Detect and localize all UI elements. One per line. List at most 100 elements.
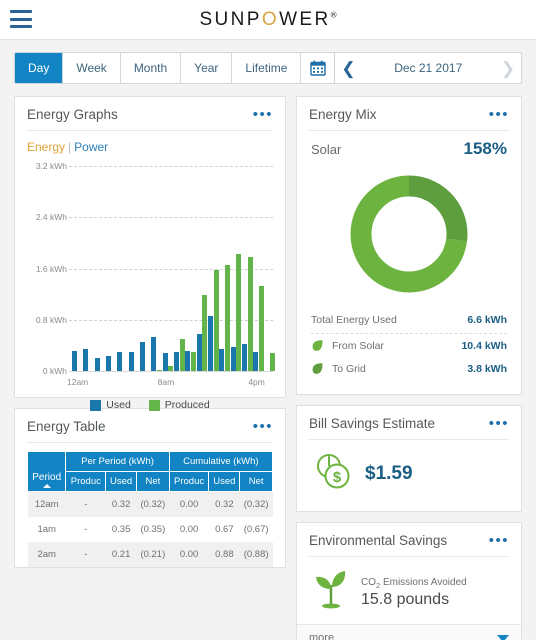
bar-used-3[interactable] bbox=[106, 355, 111, 371]
chevron-right-icon[interactable]: ❯ bbox=[495, 60, 521, 77]
energy-graphs-menu-icon[interactable]: ••• bbox=[253, 107, 273, 122]
energy-table-card: Energy Table ••• Period Per Period (kWh)… bbox=[14, 408, 286, 568]
cell-value-1: 0.32 bbox=[105, 491, 137, 517]
bar-used-12[interactable] bbox=[208, 315, 213, 371]
bar-used-1[interactable] bbox=[83, 348, 89, 371]
toggle-energy-link[interactable]: Energy bbox=[27, 140, 65, 154]
y-axis-label-1: 0.8 kWh bbox=[35, 314, 67, 325]
header-per-net[interactable]: Net bbox=[136, 471, 170, 492]
tab-year[interactable]: Year bbox=[181, 53, 233, 83]
environmental-savings-body: CO2 Emissions Avoided 15.8 pounds bbox=[297, 557, 521, 624]
dashboard-columns: Energy Graphs ••• Energy | Power 0 kWh 0.8 … bbox=[0, 84, 536, 640]
tab-month[interactable]: Month bbox=[120, 53, 182, 83]
bar-produced-7[interactable] bbox=[156, 369, 162, 371]
bill-savings-menu-icon[interactable]: ••• bbox=[489, 416, 509, 431]
energy-bar-chart: 0 kWh 0.8 kWh 1.6 kWh 2.4 kWh 3.2 kWh 12am 8a… bbox=[23, 161, 277, 411]
legend-swatch-produced bbox=[148, 399, 160, 411]
bar-produced-16[interactable] bbox=[258, 286, 264, 371]
bar-produced-17[interactable] bbox=[270, 353, 276, 371]
header-period[interactable]: Period bbox=[27, 451, 67, 492]
bar-produced-10[interactable] bbox=[190, 351, 196, 371]
coins-dollar-icon: $ bbox=[313, 452, 353, 495]
bar-used-4[interactable] bbox=[117, 352, 123, 371]
bar-used-16[interactable] bbox=[253, 351, 259, 371]
chevron-left-icon[interactable]: ❮ bbox=[335, 60, 361, 77]
bar-produced-14[interactable] bbox=[236, 254, 242, 371]
toggle-power-link[interactable]: Power bbox=[74, 140, 108, 154]
calendar-icon[interactable] bbox=[301, 53, 336, 83]
bill-savings-body: $ $1.59 bbox=[297, 440, 521, 511]
legend-label-used: Used bbox=[106, 399, 131, 411]
bar-used-0[interactable] bbox=[72, 350, 77, 371]
co2-emissions-value: 15.8 pounds bbox=[361, 591, 450, 608]
bar-produced-15[interactable] bbox=[247, 256, 253, 371]
cell-value-0: - bbox=[65, 542, 106, 567]
energy-mix-donut-container bbox=[297, 159, 521, 305]
header-cum-used[interactable]: Used bbox=[208, 471, 241, 492]
co2-label-post: Emissions Avoided bbox=[380, 577, 467, 588]
more-dropdown[interactable]: more bbox=[297, 624, 521, 640]
environmental-savings-title: Environmental Savings bbox=[309, 533, 448, 548]
bar-produced-12[interactable] bbox=[213, 269, 219, 371]
legend-swatch-used bbox=[90, 399, 102, 411]
header-per-produced[interactable]: Produc bbox=[65, 471, 107, 492]
legend-item-used: Used bbox=[90, 399, 131, 411]
bar-produced-13[interactable] bbox=[224, 264, 230, 371]
bar-used-7[interactable] bbox=[151, 337, 157, 371]
bar-used-8[interactable] bbox=[162, 353, 168, 371]
energy-mix-menu-icon[interactable]: ••• bbox=[489, 107, 509, 122]
x-axis-label-1: 8am bbox=[157, 377, 175, 387]
tab-lifetime[interactable]: Lifetime bbox=[232, 53, 302, 83]
table-row[interactable]: 1am - 0.35 (0.35) 0.00 0.67 (0.67) bbox=[28, 517, 273, 542]
cell-value-5: (0.32) bbox=[239, 491, 273, 517]
bar-produced-11[interactable] bbox=[202, 295, 208, 371]
cell-value-2: (0.21) bbox=[136, 542, 170, 567]
energy-table-wrapper: Period Per Period (kWh) Cumulative (kWh)… bbox=[27, 451, 273, 567]
cell-value-3: 0.00 bbox=[179, 524, 199, 535]
stat-label-to-grid: To Grid bbox=[332, 362, 366, 375]
header-cum-produced[interactable]: Produc bbox=[168, 471, 210, 492]
right-column: Energy Mix ••• Solar 158% Total Energy U… bbox=[296, 96, 522, 640]
bill-savings-title: Bill Savings Estimate bbox=[309, 416, 436, 431]
stat-label-total-energy-used: Total Energy Used bbox=[311, 314, 397, 326]
header-period-label: Period bbox=[32, 472, 62, 483]
bar-used-6[interactable] bbox=[140, 342, 145, 371]
cell-value-5: (0.67) bbox=[243, 524, 269, 535]
bar-used-15[interactable] bbox=[242, 344, 247, 371]
tab-day[interactable]: Day bbox=[15, 53, 64, 83]
bar-used-5[interactable] bbox=[128, 352, 134, 371]
bar-used-9[interactable] bbox=[174, 351, 179, 371]
table-row[interactable]: 12am -0.32 (0.32) 0.00 0.32 (0.32) bbox=[27, 491, 273, 517]
energy-mix-donut-chart bbox=[350, 175, 468, 293]
bar-used-10[interactable] bbox=[185, 351, 191, 371]
toggle-separator: | bbox=[68, 140, 72, 154]
bar-used-13[interactable] bbox=[219, 349, 225, 371]
period-toolbar: Day Week Month Year Lifetime ❮ Dec 21 20… bbox=[14, 52, 522, 84]
cell-period: 12am bbox=[27, 491, 66, 517]
solar-label: Solar bbox=[311, 142, 342, 157]
solar-percentage-value: 158% bbox=[463, 139, 507, 158]
hamburger-menu-icon[interactable] bbox=[10, 10, 32, 28]
bar-produced-9[interactable] bbox=[179, 338, 185, 371]
y-axis-label-2: 1.6 kWh bbox=[35, 263, 67, 274]
chart-plot-area bbox=[71, 166, 276, 371]
tab-week[interactable]: Week bbox=[63, 53, 121, 83]
table-row[interactable]: 2am -0.21 (0.21) 0.00 0.88 (0.88) bbox=[27, 542, 273, 567]
bar-used-14[interactable] bbox=[230, 346, 236, 371]
bar-used-2[interactable] bbox=[94, 357, 100, 371]
cell-value-3: 0.00 bbox=[169, 542, 209, 567]
stat-label-from-solar: From Solar bbox=[332, 339, 384, 352]
cell-value-5: (0.88) bbox=[239, 542, 273, 567]
bar-used-11[interactable] bbox=[196, 334, 202, 371]
environmental-savings-header: Environmental Savings ••• bbox=[297, 523, 521, 556]
header-cum-net[interactable]: Net bbox=[239, 471, 273, 492]
environmental-savings-menu-icon[interactable]: ••• bbox=[489, 533, 509, 548]
header-per-used[interactable]: Used bbox=[105, 471, 138, 492]
bar-produced-8[interactable] bbox=[168, 365, 174, 371]
sunpower-logo: SUNPOWER® bbox=[0, 9, 536, 31]
energy-table-menu-icon[interactable]: ••• bbox=[253, 419, 273, 434]
stat-value-to-grid: 3.8 kWh bbox=[467, 362, 507, 375]
energy-table-title: Energy Table bbox=[27, 419, 106, 434]
header-cumulative: Cumulative (kWh) bbox=[168, 451, 273, 472]
x-axis-label-0: 12am bbox=[67, 377, 89, 387]
